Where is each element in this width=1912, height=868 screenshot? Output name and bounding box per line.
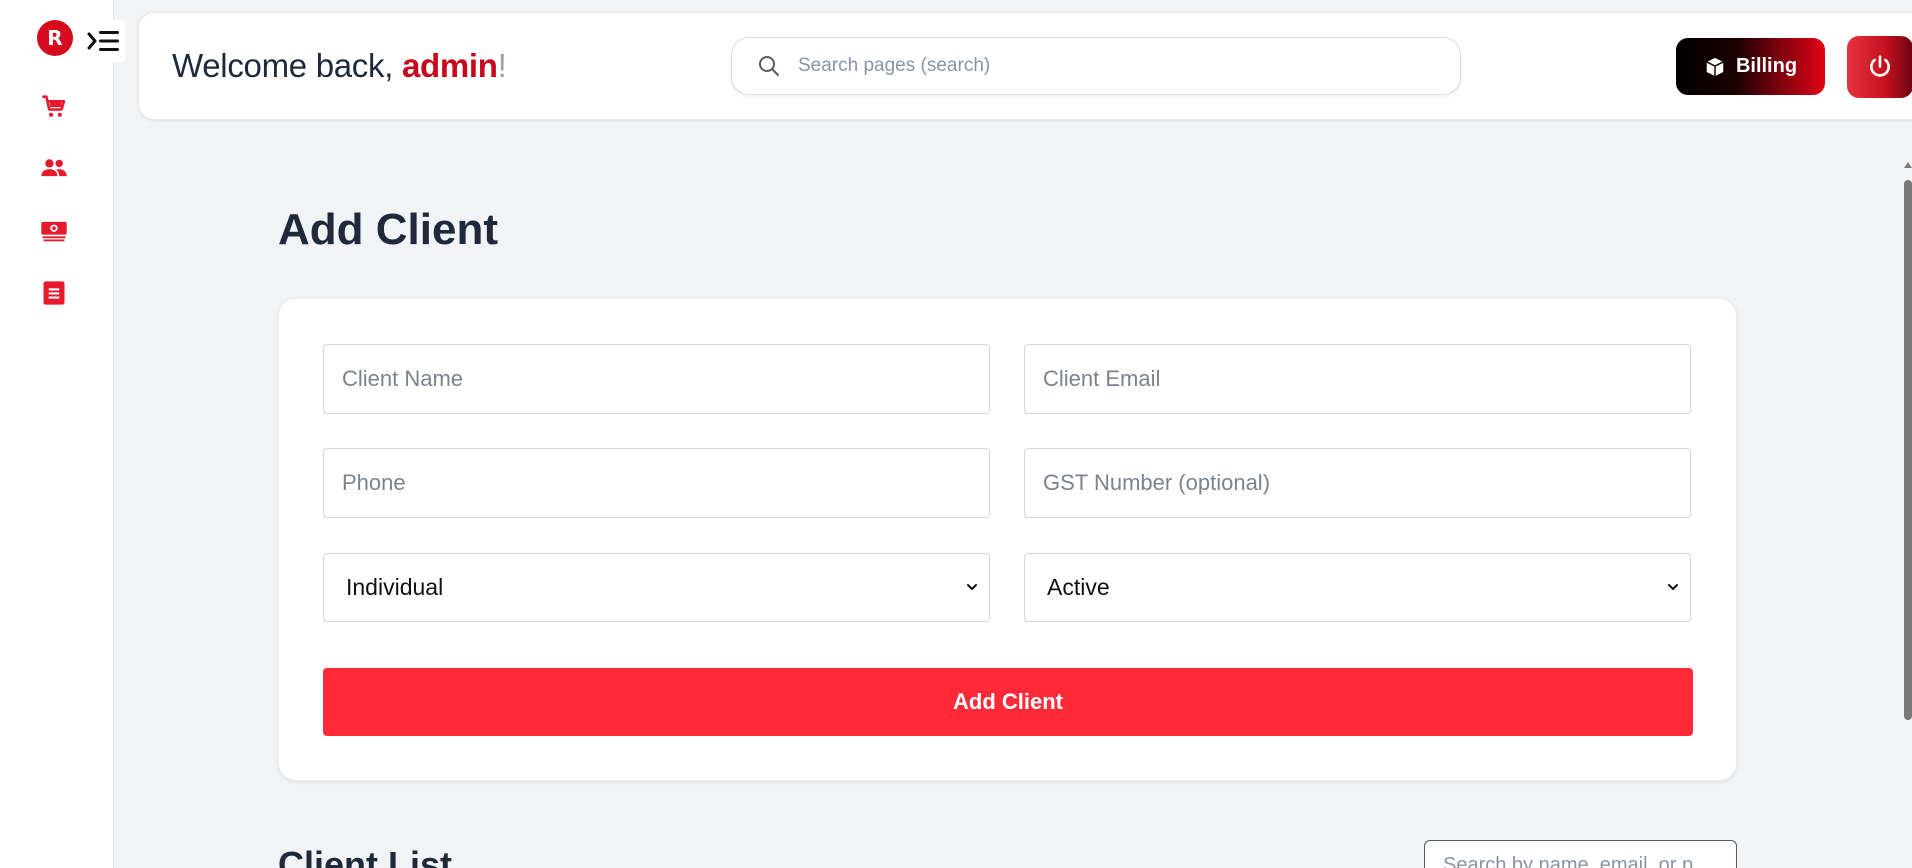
sidebar: R	[0, 0, 114, 868]
status-select[interactable]: Active	[1024, 553, 1691, 622]
top-header: Welcome back, admin! Billing	[138, 12, 1912, 120]
sidebar-item-reports[interactable]	[38, 277, 70, 309]
logo-letter: R	[47, 26, 63, 50]
users-icon	[41, 159, 67, 177]
logo[interactable]: R	[37, 20, 73, 56]
box-icon	[1706, 57, 1724, 76]
client-search-input[interactable]	[1424, 840, 1737, 868]
add-client-form: Individual Active Add Client	[278, 298, 1737, 781]
client-type-select[interactable]: Individual	[323, 553, 990, 622]
cart-icon	[42, 95, 66, 117]
power-icon	[1870, 55, 1890, 77]
search-icon	[756, 53, 782, 79]
client-name-field[interactable]	[323, 344, 990, 414]
menu-toggle-button[interactable]	[83, 20, 125, 62]
scroll-up-arrow-icon[interactable]	[1904, 162, 1912, 168]
menu-indent-icon	[87, 31, 119, 51]
page-search-input[interactable]	[798, 55, 1418, 77]
billing-button[interactable]: Billing	[1676, 38, 1825, 95]
sidebar-item-payments[interactable]	[38, 214, 70, 246]
document-icon	[43, 281, 65, 305]
chevron-down-icon	[967, 584, 977, 590]
add-client-label: Add Client	[953, 689, 1063, 714]
welcome-suffix: !	[497, 47, 507, 84]
welcome-prefix: Welcome back,	[172, 47, 402, 84]
add-client-button[interactable]: Add Client	[323, 668, 1693, 736]
user-name: admin	[401, 47, 498, 84]
status-value: Active	[1047, 574, 1110, 600]
page-scrollbar[interactable]	[1902, 160, 1912, 868]
page-title: Add Client	[278, 205, 498, 254]
page-search	[731, 37, 1461, 95]
welcome-message: Welcome back, admin!	[172, 47, 507, 85]
logout-button[interactable]	[1847, 36, 1912, 98]
sidebar-item-orders[interactable]	[38, 90, 70, 122]
sidebar-item-clients[interactable]	[38, 152, 70, 184]
billing-label: Billing	[1735, 55, 1798, 77]
money-icon	[41, 221, 67, 242]
client-email-field[interactable]	[1024, 344, 1691, 414]
client-list-title: Client List	[278, 844, 453, 868]
app-root: R Welcome back, admin! Search pages (sea…	[0, 0, 1912, 868]
gst-number-field[interactable]	[1024, 448, 1691, 518]
phone-field[interactable]	[323, 448, 990, 518]
chevron-down-icon	[1668, 584, 1678, 590]
scroll-thumb[interactable]	[1904, 180, 1912, 720]
client-type-value: Individual	[346, 574, 444, 600]
